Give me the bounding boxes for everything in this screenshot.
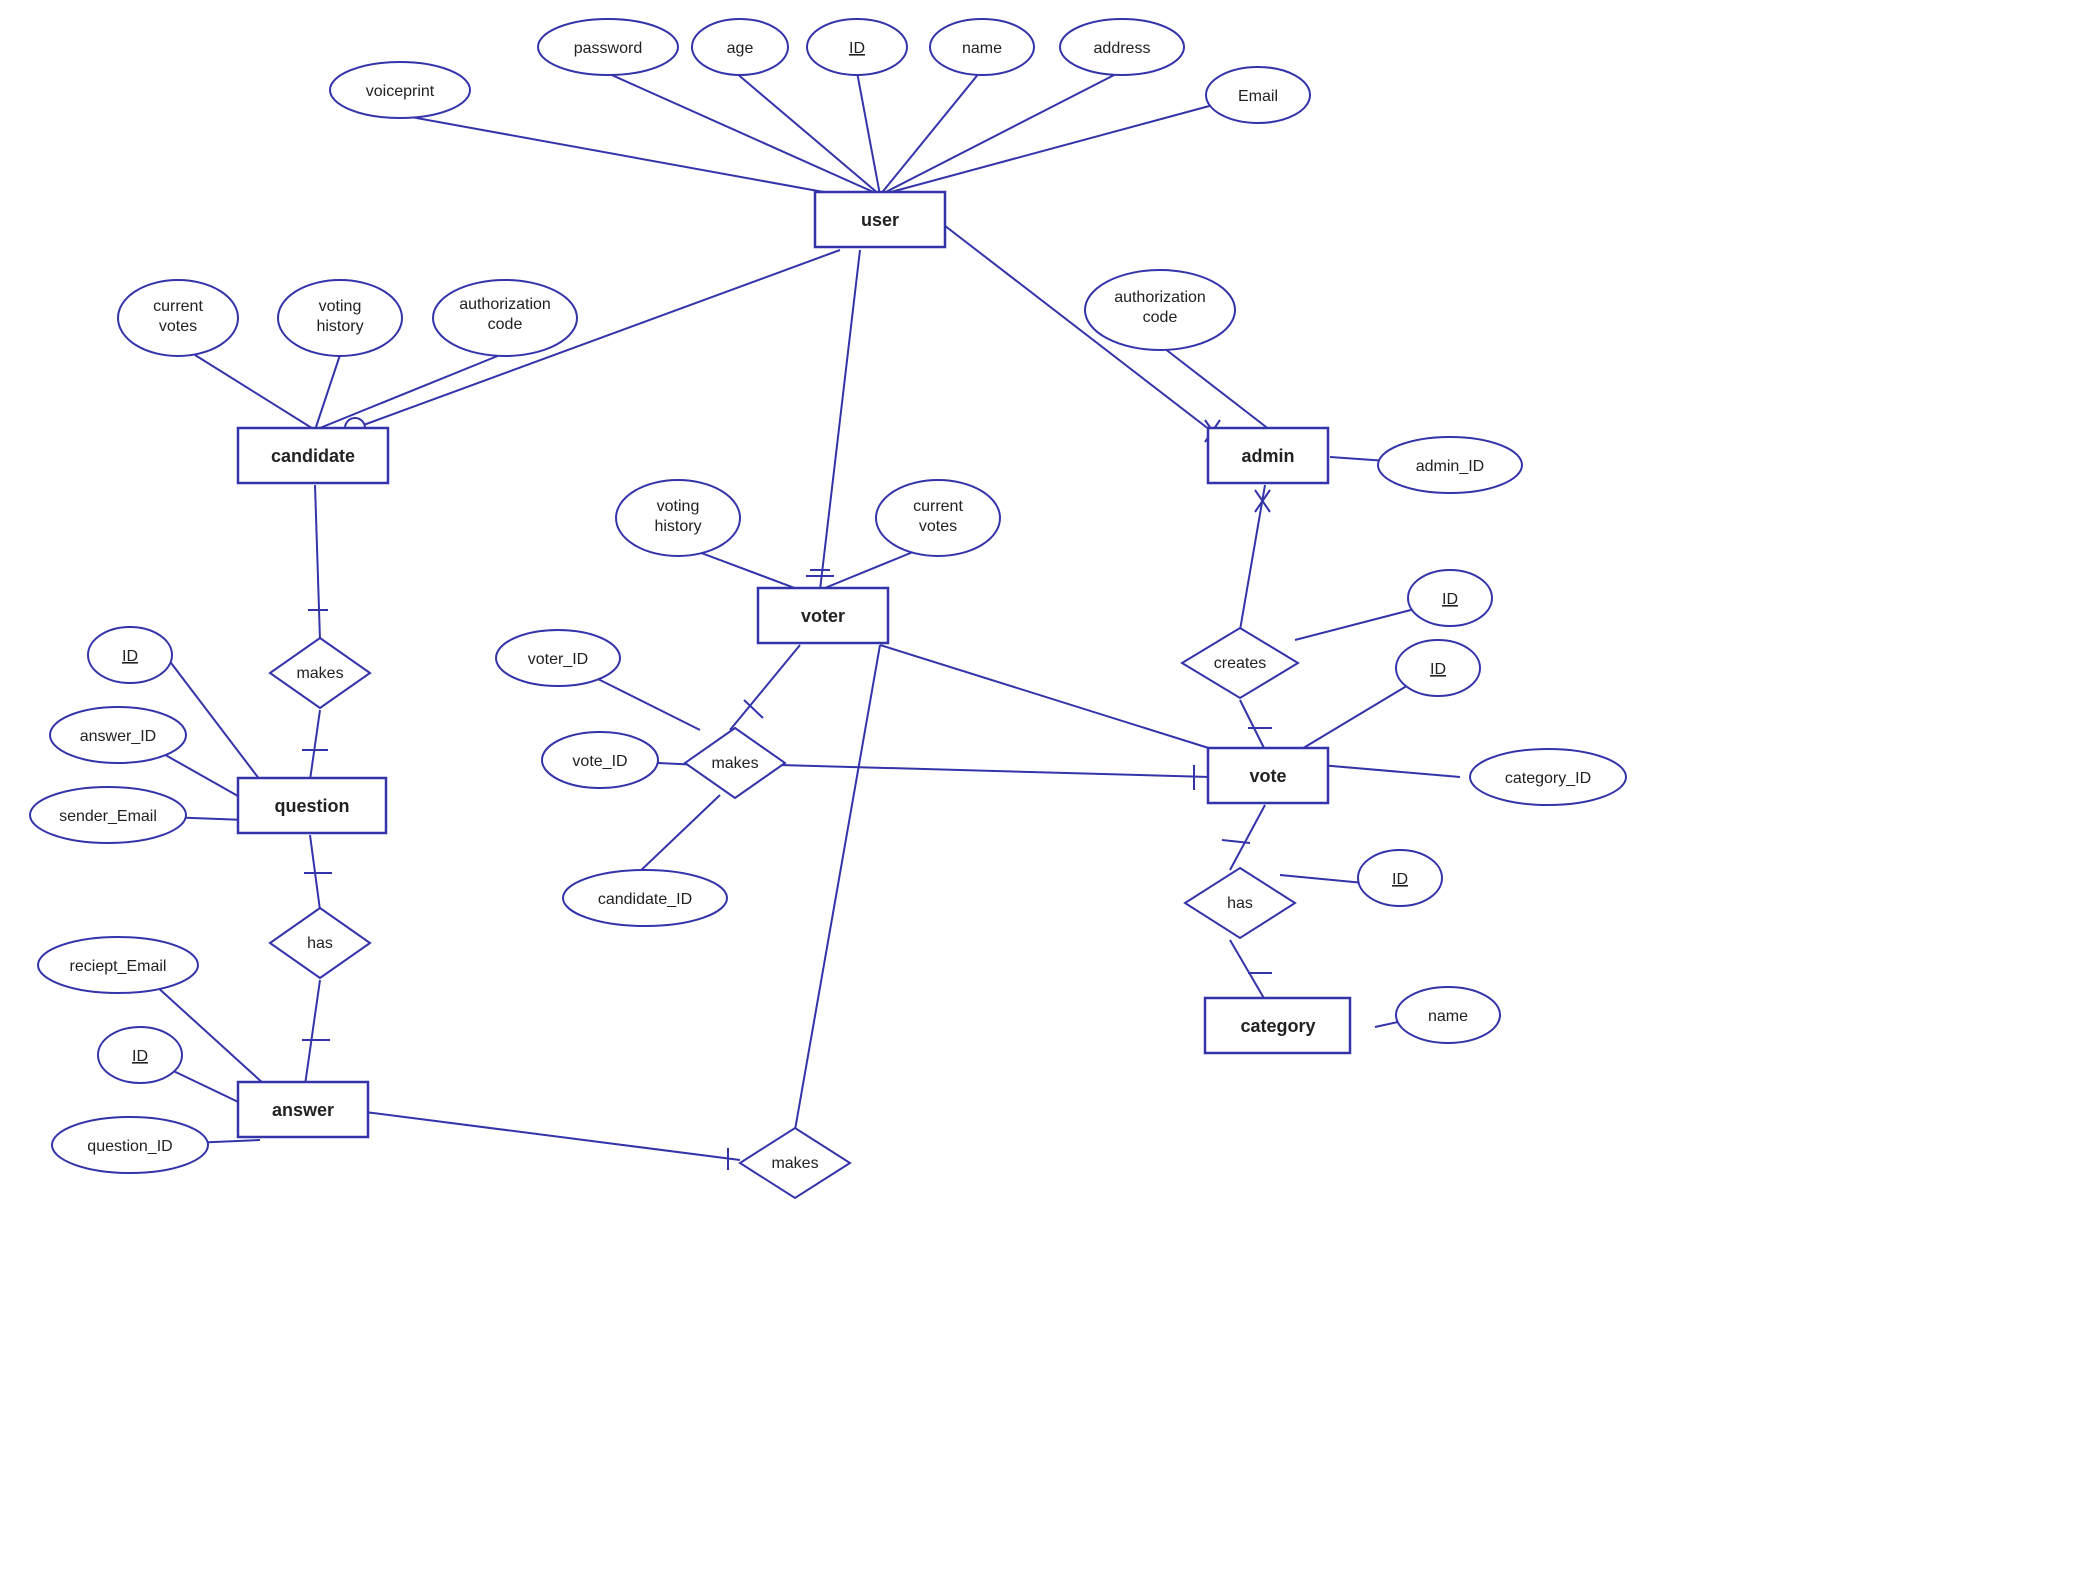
- vote-categoryid-text: category_ID: [1505, 770, 1591, 787]
- answer-reciepemail-text: reciept_Email: [70, 958, 167, 975]
- user-address-text: address: [1094, 40, 1151, 57]
- vote-id-text: ID: [1430, 661, 1446, 678]
- makes-voteid-text: vote_ID: [572, 753, 627, 770]
- cand-authcode-text: authorization: [459, 296, 551, 313]
- answer-questionid-text: question_ID: [87, 1138, 172, 1155]
- cand-votinghist-text2: history: [316, 318, 363, 335]
- admin-id-text: admin_ID: [1416, 458, 1484, 475]
- question-senderemail-text: sender_Email: [59, 808, 157, 825]
- voter-votinghist-text: voting: [657, 498, 700, 515]
- user-email-text: Email: [1238, 88, 1278, 105]
- category-name-text: name: [1428, 1008, 1468, 1025]
- has-category-text: has: [1227, 895, 1253, 912]
- er-diagram: .er-line { stroke: #3333aa; stroke-width…: [0, 0, 2090, 1566]
- user-voiceprint-text: voiceprint: [366, 83, 435, 100]
- diagram-svg: .er-line { stroke: #3333aa; stroke-width…: [0, 0, 2090, 1566]
- cand-authcode-text2: code: [488, 316, 523, 333]
- cand-currentvotes-text2: votes: [159, 318, 197, 335]
- cand-votinghist-text: voting: [319, 298, 362, 315]
- makes-answer-text: makes: [771, 1155, 818, 1172]
- answer-id-text: ID: [132, 1048, 148, 1065]
- user-label: user: [861, 210, 899, 230]
- user-password-text: password: [574, 40, 642, 57]
- category-label: category: [1240, 1016, 1315, 1036]
- user-id-text: ID: [849, 40, 865, 57]
- voter-currentvotes-text2: votes: [919, 518, 957, 535]
- candidate-label: candidate: [271, 446, 355, 466]
- voter-votinghist-text2: history: [654, 518, 701, 535]
- voter-currentvotes-text: current: [913, 498, 963, 515]
- question-answerid-text: answer_ID: [80, 728, 156, 745]
- creates-id-text: ID: [1442, 591, 1458, 608]
- has-question-text: has: [307, 935, 333, 952]
- user-age-text: age: [727, 40, 754, 57]
- cand-currentvotes-text: current: [153, 298, 203, 315]
- question-label: question: [275, 796, 350, 816]
- makes-cand-text: makes: [296, 665, 343, 682]
- admin-label: admin: [1241, 446, 1294, 466]
- admin-authcode-text: authorization: [1114, 289, 1206, 306]
- vote-label: vote: [1249, 766, 1286, 786]
- makes-voterid-text: voter_ID: [528, 651, 588, 668]
- admin-authcode-text2: code: [1143, 309, 1178, 326]
- question-id-text: ID: [122, 648, 138, 665]
- answer-label: answer: [272, 1100, 334, 1120]
- user-name-text: name: [962, 40, 1002, 57]
- creates-text: creates: [1214, 655, 1266, 672]
- makes-voter-text: makes: [711, 755, 758, 772]
- has-id-text: ID: [1392, 871, 1408, 888]
- makes-candidateid-text: candidate_ID: [598, 891, 692, 908]
- voter-label: voter: [801, 606, 845, 626]
